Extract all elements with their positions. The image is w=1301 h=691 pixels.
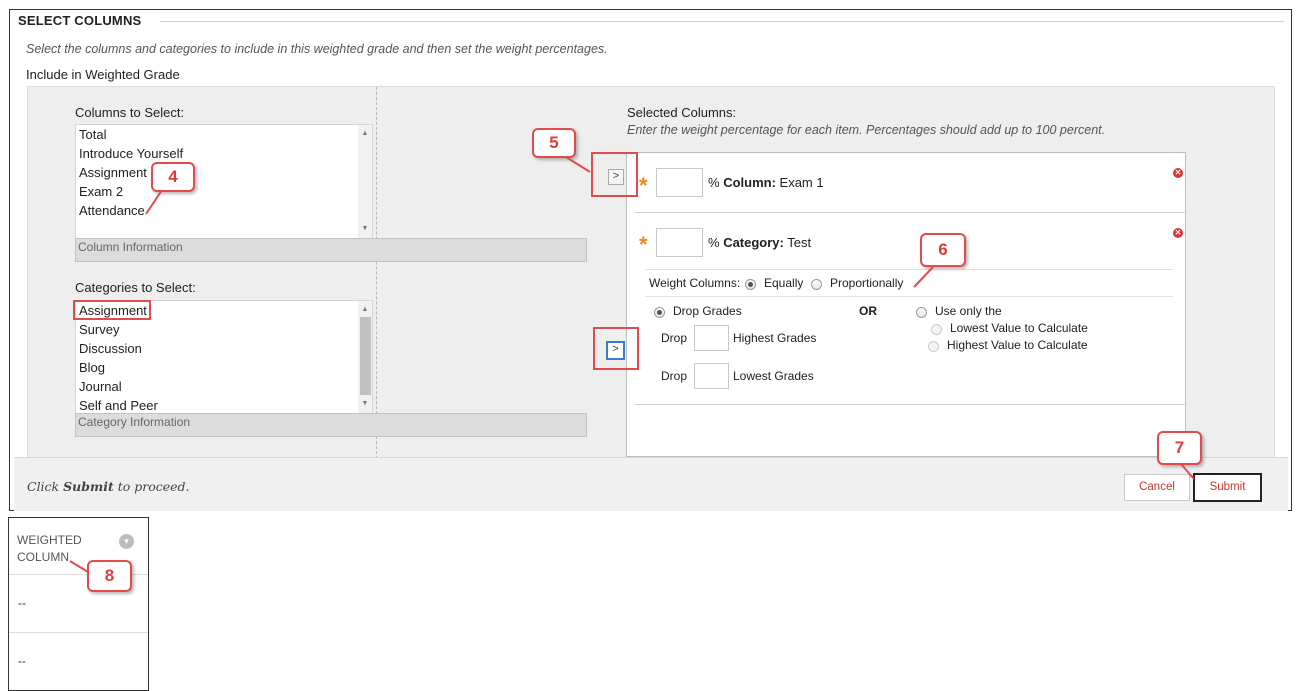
callout-7-pointer: [1180, 463, 1195, 480]
callout-4-pointer: [145, 189, 163, 215]
callout-pointers: [69, 156, 1195, 573]
callout-8-pointer: [69, 560, 89, 573]
callout-5-pointer: [565, 156, 591, 173]
callout-6-pointer: [913, 265, 935, 288]
